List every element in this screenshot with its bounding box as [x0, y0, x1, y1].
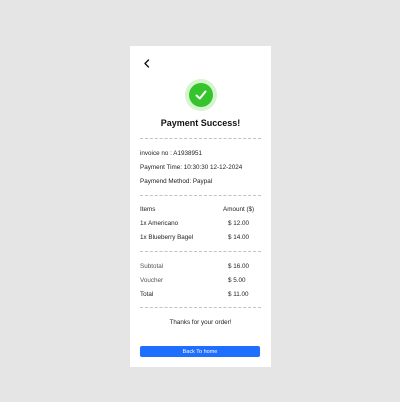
subtotal-row: Subtotal $ 16.00 [140, 263, 261, 270]
divider [140, 251, 261, 252]
checkmark-circle-icon [189, 83, 213, 107]
receipt-card: Payment Success! invoice no : A1938951 P… [130, 46, 271, 367]
voucher-row: Voucher $ 5.00 [140, 277, 261, 284]
back-to-home-button[interactable]: Back To home [140, 346, 260, 357]
back-button[interactable] [140, 56, 154, 70]
list-item: 1x Blueberry Bagel $ 14.00 [140, 234, 261, 241]
total-label: Total [140, 291, 154, 298]
item-price: $ 14.00 [228, 234, 250, 241]
subtotal-label: Subtotal [140, 263, 164, 270]
divider [140, 195, 261, 196]
page-title: Payment Success! [160, 118, 241, 128]
divider [140, 307, 261, 308]
total-value: $ 11.00 [228, 291, 249, 298]
items-header-label: Items [140, 206, 156, 213]
list-item: 1x Americano $ 12.00 [140, 220, 261, 227]
items-header: Items Amount ($) [140, 206, 261, 213]
payment-time: Payment Time: 10:30:30 12-12-2024 [140, 164, 243, 171]
thanks-message: Thanks for your order! [169, 319, 232, 326]
invoice-number: invoice no : A1938951 [140, 150, 202, 157]
subtotal-value: $ 16.00 [228, 263, 250, 270]
divider [140, 138, 261, 139]
chevron-left-icon [144, 58, 150, 68]
voucher-value: $ 5.00 [228, 277, 246, 284]
item-price: $ 12.00 [228, 220, 250, 227]
item-name: 1x Americano [140, 220, 179, 227]
success-icon [185, 79, 217, 111]
checkmark-icon [195, 90, 207, 100]
payment-method: Paymend Method: Paypal [140, 178, 213, 185]
item-name: 1x Blueberry Bagel [140, 234, 194, 241]
amount-header-label: Amount ($) [223, 206, 255, 213]
total-row: Total $ 11.00 [140, 291, 261, 298]
voucher-label: Voucher [140, 277, 164, 284]
